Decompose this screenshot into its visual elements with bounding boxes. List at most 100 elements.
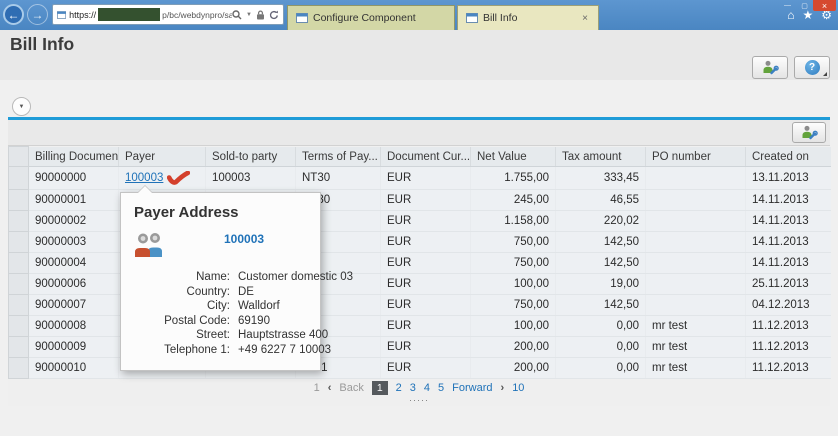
customer-pair-icon <box>134 230 168 258</box>
cell-tax-amount: 220,02 <box>556 210 646 231</box>
field-value: DE <box>238 285 254 300</box>
cell-currency: EUR <box>381 189 471 210</box>
payer-link[interactable]: 100003 <box>125 172 163 184</box>
cell-payer: 100003 <box>119 166 206 189</box>
cell-tax-amount: 46,55 <box>556 189 646 210</box>
cell-terms: NT30 <box>296 166 381 189</box>
browser-chrome: ← → https:// p/bc/webdynpro/sap/zte: ▼ C… <box>0 0 838 30</box>
row-selector[interactable] <box>9 252 29 273</box>
back-link[interactable]: Back <box>339 382 363 394</box>
col-billing-document[interactable]: Billing Document <box>29 147 119 167</box>
table-row[interactable]: 90000000100003100003NT30EUR1.755,00333,4… <box>9 166 831 189</box>
field-label: Name: <box>134 270 230 285</box>
row-selector[interactable] <box>9 231 29 252</box>
cell-tax-amount: 19,00 <box>556 273 646 294</box>
cell-tax-amount: 142,50 <box>556 252 646 273</box>
table-personalize-button[interactable] <box>792 122 826 143</box>
address-dropdown-icon[interactable]: ▼ <box>246 12 252 18</box>
col-document-currency[interactable]: Document Cur... <box>381 147 471 167</box>
collapse-tray-button[interactable]: ▼ <box>12 97 31 116</box>
address-bar[interactable]: https:// p/bc/webdynpro/sap/zte: ▼ <box>52 4 284 25</box>
col-net-value[interactable]: Net Value <box>471 147 556 167</box>
person-wrench-icon <box>762 60 779 75</box>
cell-po-number <box>646 273 746 294</box>
col-po-number[interactable]: PO number <box>646 147 746 167</box>
cell-billing-document: 90000007 <box>29 294 119 315</box>
cell-billing-document: 90000008 <box>29 315 119 336</box>
row-selector[interactable] <box>9 189 29 210</box>
tab-label: Bill Info <box>483 12 517 24</box>
help-icon: ? <box>805 60 820 75</box>
col-created-on[interactable]: Created on <box>746 147 831 167</box>
search-icon[interactable] <box>232 10 242 20</box>
row-selector[interactable] <box>9 210 29 231</box>
page-icon <box>296 13 308 23</box>
personalize-button[interactable] <box>752 56 788 79</box>
forward-chevron-icon[interactable]: › <box>501 382 505 394</box>
help-button[interactable]: ? <box>794 56 830 79</box>
window-close-button[interactable]: × <box>813 0 836 11</box>
page-count-leading: 1 <box>314 382 320 394</box>
row-selector[interactable] <box>9 357 29 378</box>
cell-po-number: mr test <box>646 357 746 378</box>
col-payer[interactable]: Payer <box>119 147 206 167</box>
cell-currency: EUR <box>381 252 471 273</box>
page-icon <box>57 10 66 20</box>
page-link-2[interactable]: 2 <box>396 382 402 394</box>
cell-billing-document: 90000010 <box>29 357 119 378</box>
row-selector[interactable] <box>9 273 29 294</box>
pagination: 1 ‹ Back 1 2 3 4 5 Forward › 10 <box>8 379 830 397</box>
row-selector[interactable] <box>9 294 29 315</box>
window-maximize-button[interactable]: ▢ <box>796 0 813 11</box>
select-all-header[interactable] <box>9 147 29 167</box>
page-title: Bill Info <box>10 34 74 55</box>
page-link-5[interactable]: 5 <box>438 382 444 394</box>
table-resize-handle[interactable]: ····· <box>8 397 830 406</box>
cell-currency: EUR <box>381 357 471 378</box>
menu-corner-icon <box>823 72 827 76</box>
cell-net-value: 750,00 <box>471 252 556 273</box>
popup-customer-link[interactable]: 100003 <box>224 232 264 246</box>
lock-icon <box>256 10 265 20</box>
cell-po-number: mr test <box>646 336 746 357</box>
cell-tax-amount: 0,00 <box>556 336 646 357</box>
field-label: Country: <box>134 285 230 300</box>
tab-bill-info[interactable]: Bill Info × <box>457 5 599 30</box>
col-sold-to-party[interactable]: Sold-to party <box>206 147 296 167</box>
col-tax-amount[interactable]: Tax amount <box>556 147 646 167</box>
page-link-4[interactable]: 4 <box>424 382 430 394</box>
forward-link[interactable]: Forward <box>452 382 492 394</box>
field-value: +49 6227 7 10003 <box>238 343 331 358</box>
field-value: 69190 <box>238 314 270 329</box>
current-page: 1 <box>372 381 388 395</box>
cell-po-number <box>646 294 746 315</box>
cell-created-on: 14.11.2013 <box>746 252 831 273</box>
table-toolbar <box>8 120 830 146</box>
cell-net-value: 1.755,00 <box>471 166 556 189</box>
row-selector[interactable] <box>9 336 29 357</box>
cell-currency: EUR <box>381 231 471 252</box>
cell-created-on: 04.12.2013 <box>746 294 831 315</box>
back-chevron-icon[interactable]: ‹ <box>328 382 332 394</box>
window-minimize-button[interactable]: — <box>779 0 796 11</box>
cell-currency: EUR <box>381 294 471 315</box>
cell-net-value: 200,00 <box>471 357 556 378</box>
tab-close-icon[interactable]: × <box>580 13 590 24</box>
cell-currency: EUR <box>381 273 471 294</box>
cell-billing-document: 90000001 <box>29 189 119 210</box>
page-link-3[interactable]: 3 <box>410 382 416 394</box>
last-page-link[interactable]: 10 <box>512 382 524 394</box>
cell-billing-document: 90000006 <box>29 273 119 294</box>
popup-title: Payer Address <box>134 204 307 221</box>
cell-net-value: 100,00 <box>471 315 556 336</box>
refresh-icon[interactable] <box>269 10 279 20</box>
col-terms-of-payment[interactable]: Terms of Pay... <box>296 147 381 167</box>
cell-po-number <box>646 252 746 273</box>
row-selector[interactable] <box>9 315 29 336</box>
table-header-row: Billing Document Payer Sold-to party Ter… <box>9 147 831 167</box>
tab-configure-component[interactable]: Configure Component <box>287 5 455 30</box>
row-selector[interactable] <box>9 166 29 189</box>
browser-back-button[interactable]: ← <box>3 4 24 25</box>
cell-created-on: 11.12.2013 <box>746 336 831 357</box>
browser-forward-button[interactable]: → <box>27 4 48 25</box>
